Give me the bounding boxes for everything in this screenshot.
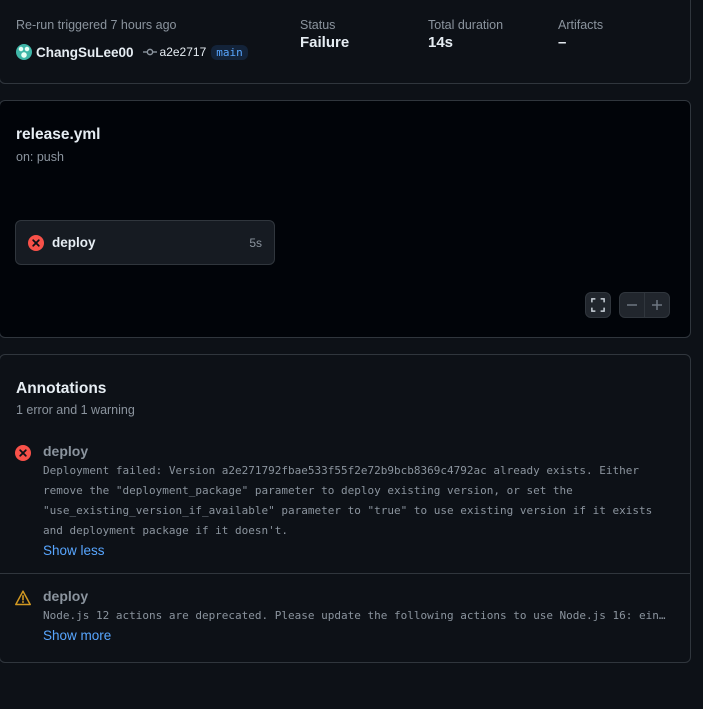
show-less-link[interactable]: Show less [43, 543, 105, 558]
run-summary-card: Re-run triggered 7 hours ago ChangSuLee0… [0, 0, 691, 84]
zoom-controls [619, 292, 670, 318]
avatar[interactable] [16, 44, 32, 60]
annotation-divider [0, 573, 690, 574]
workflow-graph-card: release.yml on: push deploy 5s [0, 100, 691, 338]
error-x-circle-icon [28, 235, 44, 251]
annotation-job-link[interactable]: deploy [43, 443, 88, 459]
annotation-message: Node.js 12 actions are deprecated. Pleas… [43, 609, 671, 622]
annotations-title: Annotations [16, 380, 107, 397]
workflow-trigger: on: push [16, 150, 64, 164]
minus-icon [627, 304, 637, 306]
fullscreen-button[interactable] [585, 292, 611, 318]
annotations-subtitle: 1 error and 1 warning [16, 403, 135, 417]
artifacts-value: – [558, 34, 567, 51]
warning-triangle-icon [15, 590, 31, 606]
username-link[interactable]: ChangSuLee00 [36, 45, 134, 60]
annotations-card: Annotations 1 error and 1 warning deploy… [0, 354, 691, 663]
status-value: Failure [300, 34, 350, 51]
rerun-trigger-text: Re-run triggered 7 hours ago [16, 18, 177, 32]
run-actor-row: ChangSuLee00 a2e2717 main [16, 43, 248, 61]
annotation-message: Deployment failed: Version a2e271792fbae… [43, 464, 653, 537]
job-name: deploy [52, 235, 96, 250]
plus-icon [652, 300, 662, 310]
fullscreen-icon [591, 298, 605, 312]
show-more-link[interactable]: Show more [43, 628, 111, 643]
status-label: Status [300, 18, 336, 32]
annotation-job-link[interactable]: deploy [43, 588, 88, 604]
total-duration-label: Total duration [428, 18, 504, 32]
job-deploy[interactable]: deploy 5s [15, 220, 275, 265]
job-duration: 5s [249, 236, 262, 250]
branch-badge[interactable]: main [211, 44, 248, 60]
zoom-in-button[interactable] [645, 293, 669, 317]
commit-sha-link[interactable]: a2e2717 [160, 45, 207, 59]
git-commit-icon [142, 48, 157, 56]
workflow-file-title: release.yml [16, 126, 101, 143]
zoom-out-button[interactable] [620, 293, 645, 317]
artifacts-label: Artifacts [558, 18, 604, 32]
total-duration-value: 14s [428, 34, 454, 51]
error-x-circle-icon [15, 445, 31, 461]
